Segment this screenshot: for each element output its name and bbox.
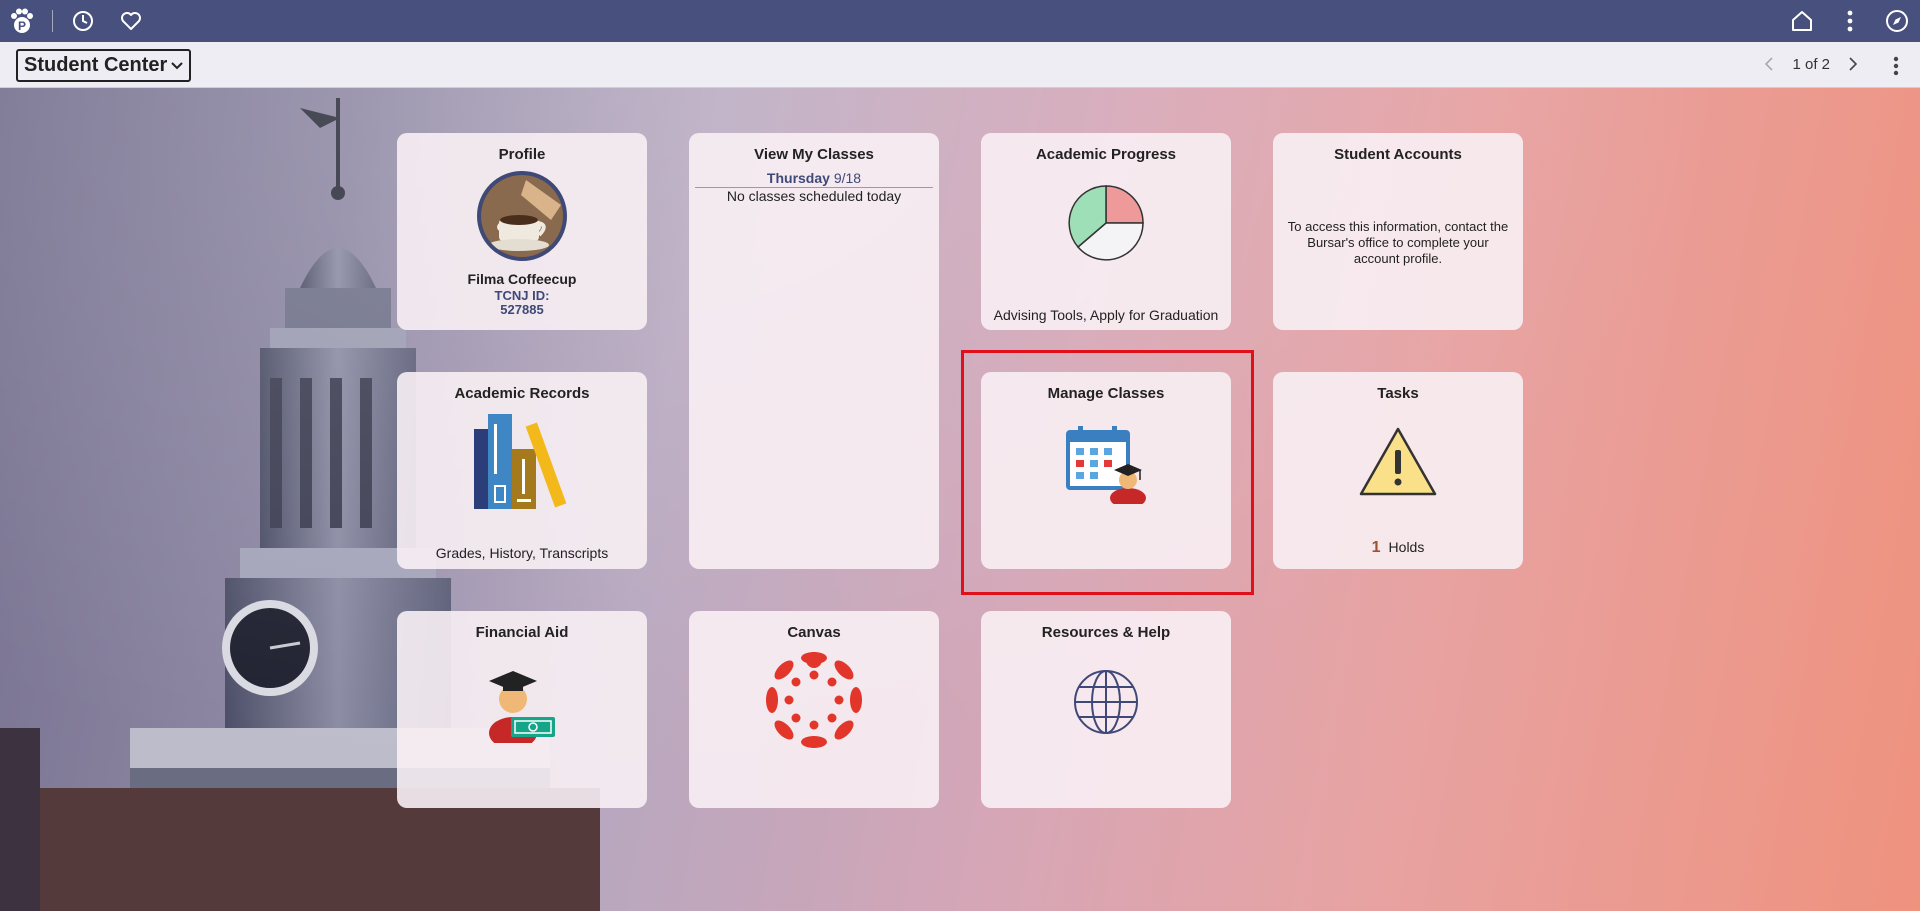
holds-label: Holds [1388, 539, 1425, 555]
tile-title: Financial Aid [475, 624, 569, 641]
chevron-down-icon [171, 61, 184, 69]
class-date: Thursday 9/18 [695, 170, 933, 188]
tile-academic-records[interactable]: Academic Records Grades, History, Transc… [397, 372, 647, 569]
chevron-left-icon [1765, 57, 1774, 71]
homepage-selector[interactable]: Student Center [16, 49, 192, 82]
class-date-value: 9/18 [833, 170, 862, 186]
warning-icon [1359, 427, 1437, 496]
tile-title: View My Classes [754, 146, 874, 163]
background-campus-image [0, 88, 1920, 911]
tile-title: Canvas [787, 624, 841, 641]
accounts-message: To access this information, contact the … [1287, 219, 1509, 266]
next-page-button[interactable] [1846, 54, 1860, 74]
heart-icon[interactable] [117, 7, 145, 35]
tile-title: Resources & Help [1041, 624, 1171, 641]
tile-resources-help[interactable]: Resources & Help [981, 611, 1231, 808]
tile-financial-aid[interactable]: Financial Aid [397, 611, 647, 808]
previous-page-button[interactable] [1762, 54, 1776, 74]
page-actions-button[interactable] [1886, 54, 1906, 78]
clock-icon[interactable] [69, 7, 97, 35]
tile-tasks[interactable]: Tasks 1 Holds [1273, 372, 1523, 569]
tile-student-accounts[interactable]: Student Accounts To access this informat… [1273, 133, 1523, 330]
homepage-title: Student Center [24, 54, 168, 76]
tile-canvas[interactable]: Canvas [689, 611, 939, 808]
profile-photo [477, 171, 567, 261]
student-name: Filma Coffeecup [467, 271, 577, 287]
divider [52, 10, 53, 32]
student-id-value: 527885 [500, 302, 544, 317]
tile-footer: Advising Tools, Apply for Graduation [993, 307, 1219, 323]
globe-icon [1074, 670, 1138, 734]
pager-text: 1 of 2 [1792, 55, 1830, 73]
tile-view-my-classes[interactable]: View My Classes Thursday 9/18 No classes… [689, 133, 939, 569]
books-icon [474, 414, 567, 509]
vertical-dots-icon[interactable] [1836, 7, 1864, 35]
chevron-right-icon [1849, 57, 1857, 71]
no-classes-message: No classes scheduled today [726, 188, 902, 204]
graduate-money-icon [489, 671, 555, 743]
compass-icon[interactable] [1883, 7, 1911, 35]
tile-title: Academic Progress [1035, 146, 1177, 163]
page-title-bar: Student Center 1 of 2 [0, 42, 1920, 88]
home-icon[interactable] [1788, 7, 1816, 35]
tile-title: Student Accounts [1334, 146, 1462, 163]
pie-chart-icon [1068, 185, 1144, 261]
page-pager: 1 of 2 [1762, 54, 1860, 74]
tile-title: Profile [498, 146, 546, 163]
svg-text:P: P [18, 19, 26, 33]
student-id: TCNJ ID: 527885 [397, 289, 647, 317]
student-id-label: TCNJ ID: [494, 288, 550, 303]
tile-academic-progress[interactable]: Academic Progress Advising Tools, Apply … [981, 133, 1231, 330]
selection-highlight [961, 350, 1254, 595]
paw-p-logo-icon[interactable]: P [8, 7, 36, 35]
holds-count: 1 [1371, 539, 1381, 556]
top-navigation-bar: P [0, 0, 1920, 42]
holds-summary: 1 Holds [1273, 539, 1523, 557]
tile-footer: Grades, History, Transcripts [435, 545, 609, 561]
tile-title: Academic Records [454, 385, 590, 402]
tile-title: Tasks [1377, 385, 1419, 402]
class-day: Thursday [766, 170, 830, 186]
vertical-dots-icon [1893, 56, 1899, 76]
canvas-logo-icon [766, 652, 862, 748]
tile-profile[interactable]: Profile Filma Coffeecup TCNJ ID: 527885 [397, 133, 647, 330]
